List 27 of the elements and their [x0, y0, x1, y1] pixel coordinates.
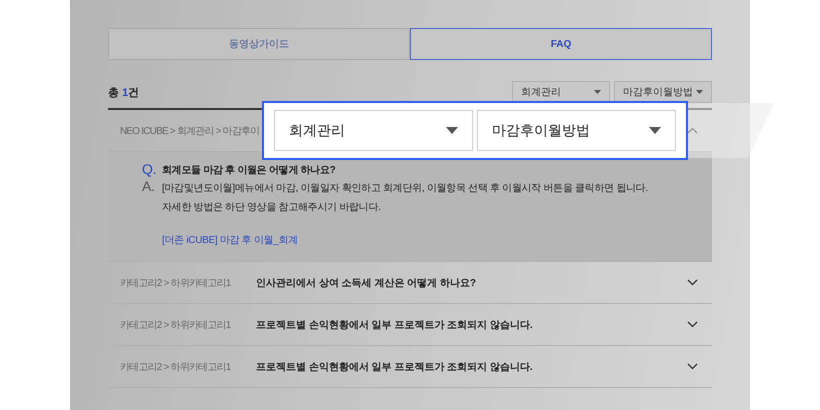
category-path: 카테고리2 > 하위카테고리1 [120, 318, 232, 332]
video-link[interactable]: [더존 iCUBE] 마감 후 이월_회계 [162, 233, 648, 247]
expand-chevron-icon[interactable] [687, 321, 698, 328]
category-path: NEO ICUBE > 회계관리 > 마감후이 [120, 124, 260, 138]
answer-mark-label: A. [142, 179, 156, 193]
dropdown[interactable]: 회계관리 [274, 110, 473, 151]
category-path: 카테고리2 > 하위카테고리1 [120, 360, 232, 374]
question[interactable]: 프로젝트별 손익현황에서 일부 프로젝트가 조회되지 않습니다. [256, 360, 687, 374]
dropdown[interactable]: 마감후이월방법 [614, 81, 712, 103]
question-mark-label: Q. [142, 162, 158, 176]
dropdown[interactable]: 회계관리 [512, 81, 610, 103]
dropdown-arrow-icon [696, 90, 703, 94]
dropdown-arrow-icon [594, 90, 601, 94]
question[interactable]: 인사관리에서 상여 소득세 계산은 어떻게 하나요? [256, 276, 687, 290]
question: 회계모듈 마감 후 이월은 어떻게 하나요? [162, 164, 336, 177]
answer-text: [마감및년도이월]메뉴에서 마감, 이월일자 확인하고 회계단위, 이월항목 선택 후 이월시작 버튼을 클릭하면 됩니다. [162, 182, 648, 195]
answer-text: 자세한 방법은 하단 영상을 참고해주시기 바랍니다. [162, 201, 382, 214]
question[interactable]: 프로젝트별 손익현황에서 일부 프로젝트가 조회되지 않습니다. [256, 318, 687, 332]
result-count: 총 1건 [108, 86, 140, 100]
tab[interactable]: FAQ [410, 28, 712, 60]
expand-chevron-icon[interactable] [687, 363, 698, 370]
dropdown-arrow-icon [446, 127, 458, 134]
expand-chevron-icon[interactable] [687, 279, 698, 286]
collapse-chevron-icon[interactable] [687, 127, 698, 134]
dropdown[interactable]: 마감후이월방법 [477, 110, 676, 151]
dropdown-arrow-icon [649, 127, 661, 134]
category-path: 카테고리2 > 하위카테고리1 [120, 276, 232, 290]
